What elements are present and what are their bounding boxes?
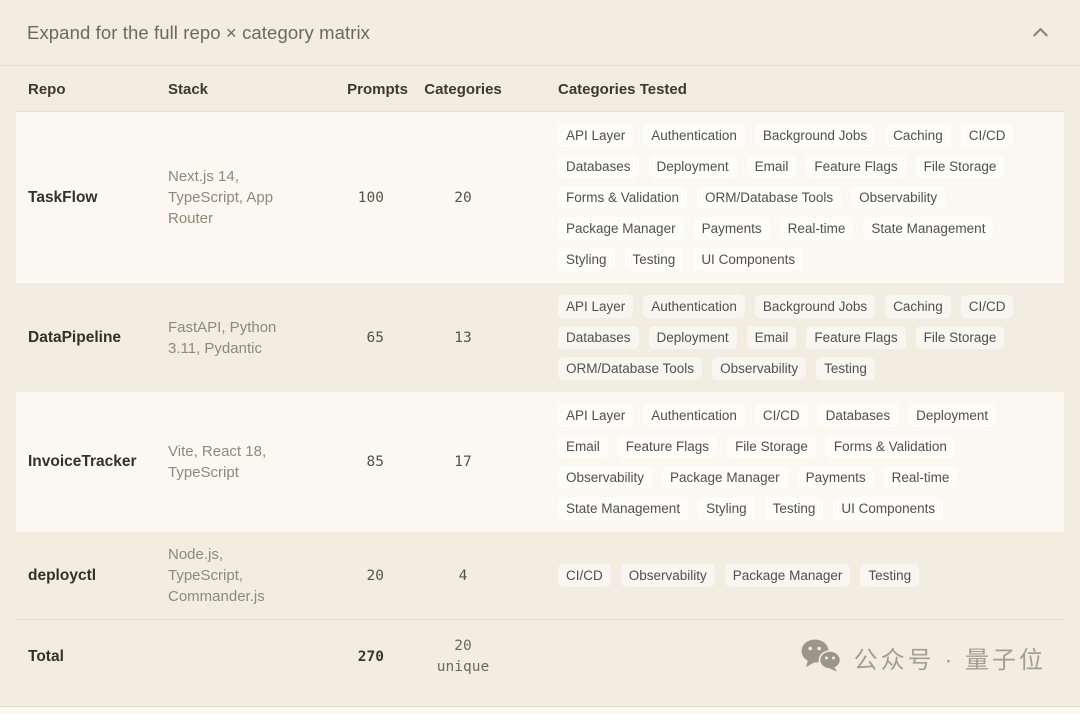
prompts-count: 20 xyxy=(328,532,408,620)
categories-count: 4 xyxy=(408,532,518,620)
category-chip: Deployment xyxy=(649,155,737,178)
category-chip: ORM/Database Tools xyxy=(558,357,702,380)
category-chip: Payments xyxy=(798,466,874,489)
repo-category-matrix-table: Repo Stack Prompts Categories Categories… xyxy=(16,66,1064,694)
column-header-categories-tested: Categories Tested xyxy=(518,66,1064,112)
category-chip: Feature Flags xyxy=(806,155,905,178)
chevron-up-icon[interactable] xyxy=(1027,19,1054,46)
category-chip: Testing xyxy=(816,357,875,380)
category-chip: Styling xyxy=(558,248,615,271)
category-chip: Observability xyxy=(558,466,652,489)
watermark: 公众号 · 量子位 xyxy=(518,638,1046,677)
category-chip: Databases xyxy=(558,155,639,178)
category-chip: Background Jobs xyxy=(755,124,875,147)
table-row: deployctl Node.js, TypeScript, Commander… xyxy=(16,532,1064,620)
category-chip: State Management xyxy=(558,497,688,520)
repo-name: DataPipeline xyxy=(16,283,168,392)
category-chip: CI/CD xyxy=(961,295,1014,318)
category-chip: Authentication xyxy=(643,404,745,427)
matrix-table-container: Repo Stack Prompts Categories Categories… xyxy=(0,66,1080,706)
category-chip: CI/CD xyxy=(558,564,611,587)
category-chip: Styling xyxy=(698,497,755,520)
category-chip: UI Components xyxy=(693,248,803,271)
category-chip: File Storage xyxy=(916,155,1005,178)
accordion-header[interactable]: Expand for the full repo × category matr… xyxy=(0,0,1080,66)
category-chip: Forms & Validation xyxy=(826,435,955,458)
category-chip: Authentication xyxy=(643,295,745,318)
category-chip: UI Components xyxy=(833,497,943,520)
column-header-repo: Repo xyxy=(16,66,168,112)
category-chip: Caching xyxy=(885,124,951,147)
category-chip: API Layer xyxy=(558,295,633,318)
category-chip: File Storage xyxy=(916,326,1005,349)
category-chip: API Layer xyxy=(558,404,633,427)
category-chip: Observability xyxy=(621,564,715,587)
category-chip: Payments xyxy=(694,217,770,240)
category-chip: Authentication xyxy=(643,124,745,147)
category-chip: Observability xyxy=(712,357,806,380)
prompts-count: 65 xyxy=(328,283,408,392)
category-chip: Package Manager xyxy=(725,564,851,587)
category-chip: CI/CD xyxy=(961,124,1014,147)
total-label: Total xyxy=(16,620,168,695)
category-chip: Real-time xyxy=(780,217,854,240)
category-chip: Email xyxy=(747,155,797,178)
total-prompts: 270 xyxy=(328,620,408,695)
table-row: DataPipeline FastAPI, Python 3.11, Pydan… xyxy=(16,283,1064,392)
category-chip: Package Manager xyxy=(558,217,684,240)
category-chip: Databases xyxy=(558,326,639,349)
category-chip: Email xyxy=(747,326,797,349)
category-chip: State Management xyxy=(863,217,993,240)
category-chip: Caching xyxy=(885,295,951,318)
category-chip: Feature Flags xyxy=(806,326,905,349)
categories-tested-list: API Layer Authentication Background Jobs Ca… xyxy=(558,124,1038,271)
category-chip: Package Manager xyxy=(662,466,788,489)
repo-matrix-panel: Expand for the full repo × category matr… xyxy=(0,0,1080,707)
category-chip: Background Jobs xyxy=(755,295,875,318)
category-chip: File Storage xyxy=(727,435,816,458)
total-categories: 20 unique xyxy=(430,636,496,678)
category-chip: Testing xyxy=(765,497,824,520)
column-header-prompts: Prompts xyxy=(328,66,408,112)
category-chip: Observability xyxy=(851,186,945,209)
table-row: InvoiceTracker Vite, React 18, TypeScrip… xyxy=(16,392,1064,532)
total-row: Total 270 20 unique xyxy=(16,620,1064,695)
category-chip: API Layer xyxy=(558,124,633,147)
category-chip: CI/CD xyxy=(755,404,808,427)
repo-name: InvoiceTracker xyxy=(16,392,168,532)
category-chip: Testing xyxy=(860,564,919,587)
accordion-title: Expand for the full repo × category matr… xyxy=(27,22,370,44)
column-header-stack: Stack xyxy=(168,66,328,112)
prompts-count: 85 xyxy=(328,392,408,532)
repo-stack: FastAPI, Python 3.11, Pydantic xyxy=(168,283,328,392)
repo-name: TaskFlow xyxy=(16,112,168,284)
category-chip: Deployment xyxy=(908,404,996,427)
category-chip: Testing xyxy=(625,248,684,271)
category-chip: Forms & Validation xyxy=(558,186,687,209)
category-chip: Deployment xyxy=(649,326,737,349)
categories-tested-list: API Layer Authentication Background Jobs Ca… xyxy=(558,295,1038,380)
watermark-text: 公众号 · 量子位 xyxy=(854,640,1046,675)
repo-stack: Next.js 14, TypeScript, App Router xyxy=(168,112,328,284)
repo-name: deployctl xyxy=(16,532,168,620)
category-chip: Email xyxy=(558,435,608,458)
categories-count: 20 xyxy=(408,112,518,284)
categories-tested-list: CI/CD Observability Package Manager Testing xyxy=(558,564,1038,587)
category-chip: ORM/Database Tools xyxy=(697,186,841,209)
categories-tested-list: API Layer Authentication CI/CD Databases Dep… xyxy=(558,404,1038,520)
repo-stack: Node.js, TypeScript, Commander.js xyxy=(168,532,328,620)
repo-stack: Vite, React 18, TypeScript xyxy=(168,392,328,532)
category-chip: Databases xyxy=(818,404,899,427)
categories-count: 13 xyxy=(408,283,518,392)
table-header-row: Repo Stack Prompts Categories Categories… xyxy=(16,66,1064,112)
category-chip: Real-time xyxy=(884,466,958,489)
prompts-count: 100 xyxy=(328,112,408,284)
wechat-icon xyxy=(800,638,842,677)
category-chip: Feature Flags xyxy=(618,435,717,458)
table-row: TaskFlow Next.js 14, TypeScript, App Rou… xyxy=(16,112,1064,284)
column-header-categories: Categories xyxy=(408,66,518,112)
categories-count: 17 xyxy=(408,392,518,532)
